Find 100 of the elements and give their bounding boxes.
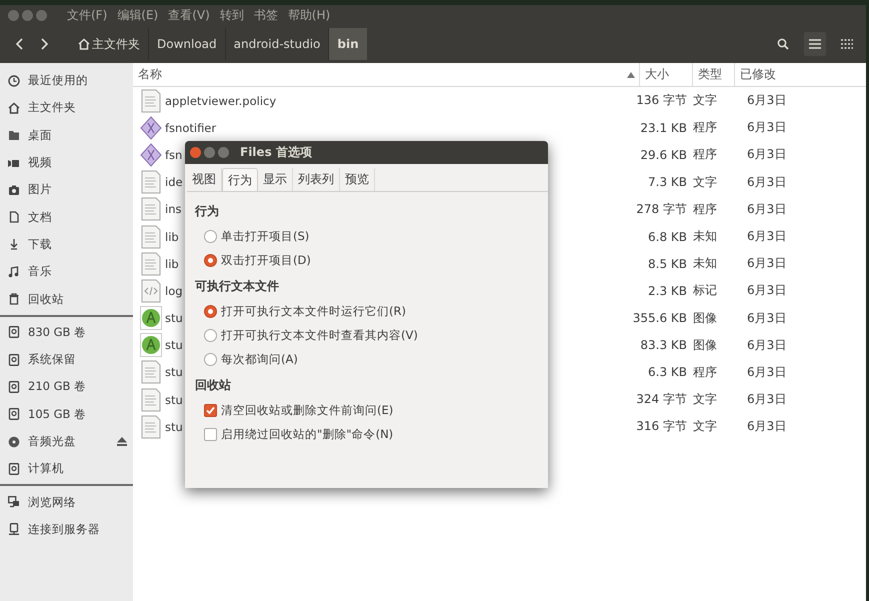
file-type: 程序	[693, 120, 717, 134]
file-type: 标记	[693, 283, 717, 298]
radio-button[interactable]	[204, 230, 217, 242]
file-size: 278 字节	[636, 202, 687, 216]
file-date: 6月3日	[747, 392, 786, 406]
sidebar-item[interactable]: 下载	[28, 236, 52, 252]
file-name: fsn	[165, 148, 182, 162]
file-size: 2.3 KB	[648, 284, 687, 298]
file-type: 图像	[693, 310, 717, 325]
chevron-right-icon	[41, 38, 49, 50]
file-name: appletviewer.policy	[165, 94, 276, 108]
chevron-left-icon	[15, 38, 23, 50]
file-size: 324 字节	[636, 392, 687, 406]
file-size: 8.5 KB	[648, 256, 687, 271]
sidebar-item[interactable]: 音乐	[28, 264, 52, 280]
option-label[interactable]: 单击打开项目(S)	[221, 228, 310, 244]
path-button[interactable]: bin	[328, 28, 367, 60]
document-icon	[140, 88, 162, 113]
file-date: 6月3日	[747, 310, 786, 325]
column-header[interactable]: 大小	[645, 67, 669, 81]
radio-button[interactable]	[204, 254, 217, 266]
menu-item[interactable]: 文件(F)	[67, 7, 108, 24]
column-header[interactable]: 名称	[138, 63, 162, 86]
file-size: 29.6 KB	[640, 148, 687, 162]
option-label[interactable]: 清空回收站或删除文件前询问(E)	[221, 402, 394, 418]
document-icon	[140, 360, 162, 384]
dialog-title: Files 首选项	[240, 144, 312, 161]
sidebar-item[interactable]: 连接到服务器	[28, 522, 100, 537]
radio-button[interactable]	[204, 304, 217, 318]
path-button[interactable]: Download	[148, 28, 225, 60]
file-type: 程序	[693, 202, 717, 216]
sidebar-item[interactable]: 主文件夹	[28, 100, 76, 116]
file-date: 6月3日	[747, 419, 786, 434]
file-type: 图像	[693, 338, 717, 352]
sidebar-item[interactable]: 系统保留	[28, 352, 76, 368]
clock-icon	[8, 74, 20, 87]
sidebar-item[interactable]: 音频光盘	[28, 434, 76, 449]
file-name: ide	[165, 175, 183, 190]
camera-icon	[8, 184, 20, 196]
option-label[interactable]: 启用绕过回收站的"删除"命令(N)	[221, 426, 394, 442]
file-date: 6月3日	[747, 202, 786, 216]
menu-item[interactable]: 书签	[254, 7, 278, 24]
section-heading: 可执行文本文件	[195, 278, 280, 295]
sort-ascending-icon[interactable]	[627, 72, 635, 78]
tab[interactable]: 列表列	[293, 168, 340, 191]
checkbox[interactable]	[204, 404, 217, 416]
file-name: lib	[165, 230, 179, 244]
tab[interactable]: 行为	[222, 168, 258, 191]
file-date: 6月3日	[747, 338, 786, 352]
drive-icon	[8, 354, 20, 366]
sidebar-item[interactable]: 桌面	[28, 128, 52, 143]
drive-icon	[8, 462, 20, 475]
sidebar-item[interactable]: 图片	[28, 182, 52, 198]
network-icon	[8, 496, 20, 508]
sidebar-item[interactable]: 文档	[28, 210, 52, 225]
sidebar-item[interactable]: 浏览网络	[28, 494, 76, 510]
tab[interactable]: 预览	[340, 168, 375, 191]
file-date: 6月3日	[747, 174, 786, 189]
file-size: 23.1 KB	[640, 120, 687, 135]
sidebar-item[interactable]: 视频	[28, 155, 52, 170]
minimize-button[interactable]	[204, 147, 215, 158]
checkbox[interactable]	[204, 428, 217, 440]
menu-item[interactable]: 编辑(E)	[117, 7, 158, 24]
sidebar-item[interactable]: 计算机	[28, 461, 64, 476]
view-button[interactable]	[804, 32, 826, 56]
eject-icon[interactable]	[117, 437, 127, 446]
file-type: 文字	[693, 419, 717, 434]
radio-button[interactable]	[204, 352, 217, 366]
drive-icon	[8, 380, 20, 393]
sidebar-item[interactable]: 210 GB 卷	[28, 379, 86, 394]
tab[interactable]: 显示	[258, 168, 293, 191]
sidebar-item[interactable]: 105 GB 卷	[28, 406, 86, 422]
document-icon	[140, 414, 162, 439]
radio-button[interactable]	[204, 328, 217, 342]
maximize-button[interactable]	[218, 147, 229, 158]
file-name: stu	[165, 338, 183, 352]
menu-item[interactable]: 转到	[220, 7, 244, 24]
sidebar-item[interactable]: 最近使用的	[28, 73, 88, 88]
option-label[interactable]: 每次都询问(A)	[221, 352, 298, 366]
drive-icon	[8, 408, 20, 420]
option-label[interactable]: 双击打开项目(D)	[221, 252, 311, 268]
file-size: 7.3 KB	[648, 175, 687, 190]
file-date: 6月3日	[747, 256, 786, 270]
column-header[interactable]: 已修改	[740, 67, 776, 81]
file-size: 355.6 KB	[632, 311, 687, 326]
file-size: 6.3 KB	[648, 365, 687, 380]
home-icon	[8, 102, 20, 114]
file-date: 6月3日	[747, 120, 786, 134]
file-type: 未知	[693, 229, 717, 244]
sidebar-item[interactable]: 830 GB 卷	[28, 324, 86, 340]
sidebar-item[interactable]: 回收站	[28, 292, 64, 307]
list-icon	[809, 39, 821, 49]
column-header[interactable]: 类型	[698, 67, 722, 81]
option-label[interactable]: 打开可执行文本文件时运行它们(R)	[221, 304, 406, 318]
close-button[interactable]	[190, 147, 201, 158]
option-label[interactable]: 打开可执行文本文件时查看其内容(V)	[221, 328, 418, 342]
path-button[interactable]: 主文件夹	[70, 28, 148, 60]
menu-item[interactable]: 查看(V)	[168, 7, 210, 24]
download-icon	[8, 238, 20, 250]
menu-item[interactable]: 帮助(H)	[288, 7, 330, 24]
